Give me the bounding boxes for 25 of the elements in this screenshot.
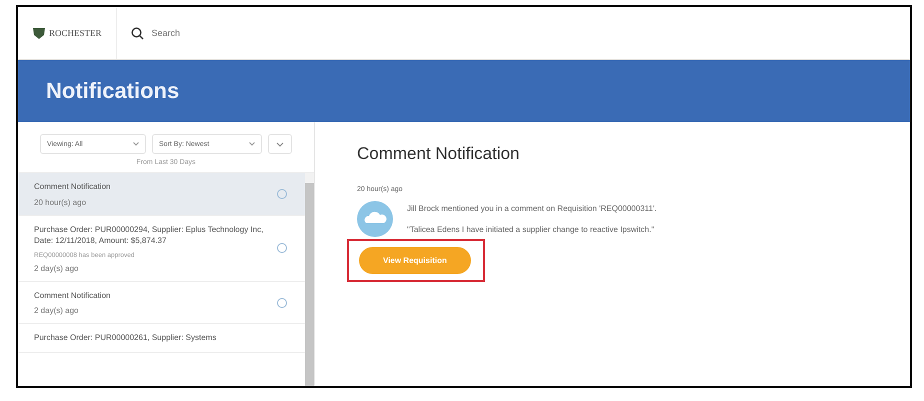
caret-icon (133, 142, 139, 146)
page-title: Notifications (46, 78, 180, 104)
notification-title: Comment Notification (34, 290, 112, 302)
notification-title: Purchase Order: PUR00000261, Supplier: Systems (34, 332, 218, 344)
cloud-avatar-icon (357, 201, 393, 237)
notification-item[interactable]: Comment Notification 20 hour(s) ago (18, 173, 305, 216)
unread-circle-icon (277, 188, 287, 199)
notification-item[interactable]: Purchase Order: PUR00000261, Supplier: Systems (18, 324, 305, 353)
notification-title: Comment Notification (34, 181, 112, 193)
shield-icon (32, 26, 46, 40)
caret-icon (276, 142, 284, 146)
notification-time: 2 day(s) ago (34, 264, 80, 273)
comment-text: "Talicea Edens I have initiated a supplier change to reactive Ipswitch." (407, 225, 656, 234)
notification-time: 2 day(s) ago (34, 306, 80, 316)
scrollbar[interactable] (305, 173, 314, 386)
caret-icon (249, 142, 255, 146)
unread-circle-icon (277, 298, 287, 308)
message-text: Jill Brock mentioned you in a comment on Requisition 'REQ00000311'. (407, 204, 657, 213)
notification-time: 20 hour(s) ago (34, 198, 88, 207)
detail-title: Comment Notification (357, 144, 520, 164)
search-icon (130, 26, 144, 40)
sort-order-button[interactable] (268, 134, 292, 154)
unread-circle-icon (277, 243, 287, 254)
logo-text: ROCHESTER (49, 28, 102, 38)
notification-title: Purchase Order: PUR00000294, Supplier: Eplus Technology Inc, Date: 12/11/2018, Amount: $5,874.37 (34, 224, 264, 247)
